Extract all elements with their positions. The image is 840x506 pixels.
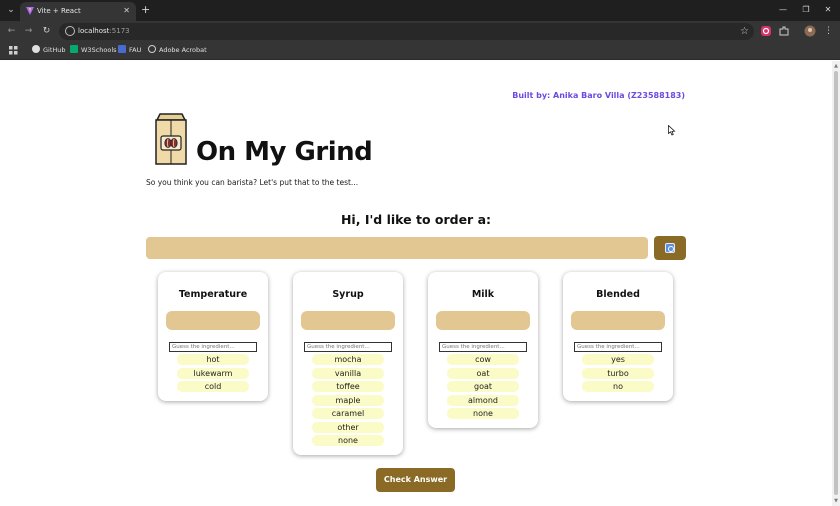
option-chip[interactable]: none bbox=[312, 435, 384, 446]
card-temperature: Temperature hot lukewarm cold bbox=[158, 272, 268, 401]
url-text: localhost:5173 bbox=[78, 27, 130, 35]
guess-input[interactable] bbox=[574, 342, 662, 352]
bookmarks-bar: GitHub W3Schools FAU Adobe Acrobat bbox=[0, 42, 840, 60]
option-chip[interactable]: yes bbox=[582, 354, 654, 365]
card-title: Blended bbox=[596, 289, 640, 300]
site-info-icon[interactable] bbox=[65, 26, 75, 36]
reload-icon[interactable]: ↻ bbox=[40, 25, 53, 38]
coffee-bag-logo-icon bbox=[155, 113, 187, 165]
order-heading: Hi, I'd like to order a: bbox=[340, 212, 492, 227]
page-scrollbar[interactable]: ▲ ▼ bbox=[832, 61, 840, 506]
guess-input[interactable] bbox=[169, 342, 257, 352]
answer-slot[interactable] bbox=[166, 311, 260, 330]
bookmark-github[interactable]: GitHub bbox=[32, 45, 66, 56]
card-title: Temperature bbox=[178, 289, 248, 300]
github-icon bbox=[32, 45, 40, 53]
minimize-button[interactable]: — bbox=[776, 3, 790, 17]
scroll-up-arrow-icon[interactable]: ▲ bbox=[833, 63, 839, 69]
browser-toolbar: ← → ↻ localhost:5173 ☆ ⋮ bbox=[0, 21, 840, 42]
restore-button[interactable]: ❐ bbox=[799, 3, 813, 17]
card-title: Syrup bbox=[332, 289, 364, 300]
fau-icon bbox=[118, 45, 126, 53]
globe-icon bbox=[148, 45, 156, 53]
tab-search-icon[interactable]: ⌄ bbox=[5, 4, 17, 16]
option-chip[interactable]: cold bbox=[177, 381, 249, 392]
guess-input[interactable] bbox=[439, 342, 527, 352]
answer-slot[interactable] bbox=[301, 311, 395, 330]
option-chip[interactable]: hot bbox=[177, 354, 249, 365]
option-chip[interactable]: maple bbox=[312, 395, 384, 406]
close-window-button[interactable]: ✕ bbox=[821, 3, 835, 17]
page-content: Built by: Anika Baro Villa (Z23588183) O… bbox=[0, 61, 832, 506]
forward-arrow-icon[interactable]: → bbox=[22, 25, 35, 38]
option-chip[interactable]: other bbox=[312, 422, 384, 433]
shuffle-order-button[interactable] bbox=[654, 236, 686, 260]
option-chip[interactable]: toffee bbox=[312, 381, 384, 392]
card-blended: Blended yes turbo no bbox=[563, 272, 673, 401]
card-syrup: Syrup mocha vanilla toffee maple caramel… bbox=[293, 272, 403, 455]
mouse-cursor-icon bbox=[668, 125, 676, 136]
apps-grid-icon[interactable] bbox=[9, 46, 18, 55]
option-chip[interactable]: turbo bbox=[582, 368, 654, 379]
page-title: On My Grind bbox=[196, 137, 373, 167]
option-chip[interactable]: mocha bbox=[312, 354, 384, 365]
guess-input[interactable] bbox=[304, 342, 392, 352]
browser-tab[interactable]: Vite + React ✕ bbox=[20, 2, 136, 21]
card-title: Milk bbox=[471, 289, 495, 300]
check-answer-button[interactable]: Check Answer bbox=[376, 468, 455, 492]
option-chip[interactable]: lukewarm bbox=[177, 368, 249, 379]
scroll-down-arrow-icon[interactable]: ▼ bbox=[833, 498, 839, 504]
option-chip[interactable]: none bbox=[447, 408, 519, 419]
bookmark-w3schools[interactable]: W3Schools bbox=[70, 45, 117, 56]
bookmark-star-icon[interactable]: ☆ bbox=[740, 24, 749, 39]
answer-slot[interactable] bbox=[571, 311, 665, 330]
tab-title: Vite + React bbox=[37, 7, 81, 15]
new-tab-button[interactable]: + bbox=[141, 3, 150, 17]
option-chip[interactable]: goat bbox=[447, 381, 519, 392]
vite-favicon-icon bbox=[26, 7, 34, 15]
extensions-puzzle-icon[interactable] bbox=[778, 25, 790, 37]
option-chip[interactable]: vanilla bbox=[312, 368, 384, 379]
browser-menu-icon[interactable]: ⋮ bbox=[822, 25, 835, 38]
answer-slot[interactable] bbox=[436, 311, 530, 330]
scrollbar-thumb[interactable] bbox=[834, 71, 838, 495]
extension-grammarly-icon[interactable] bbox=[760, 25, 772, 37]
w3schools-icon bbox=[70, 45, 78, 53]
bookmark-fau[interactable]: FAU bbox=[118, 45, 141, 56]
option-chip[interactable]: oat bbox=[447, 368, 519, 379]
author-byline: Built by: Anika Baro Villa (Z23588183) bbox=[512, 91, 685, 100]
option-chip[interactable]: almond bbox=[447, 395, 519, 406]
browser-tabstrip: ⌄ Vite + React ✕ + — ❐ ✕ bbox=[0, 0, 840, 21]
back-arrow-icon[interactable]: ← bbox=[5, 25, 18, 38]
order-display-bar bbox=[146, 237, 648, 259]
profile-avatar-icon[interactable] bbox=[804, 25, 816, 37]
address-bar[interactable]: localhost:5173 ☆ bbox=[59, 23, 754, 40]
bookmark-adobe-acrobat[interactable]: Adobe Acrobat bbox=[148, 45, 207, 56]
shuffle-icon bbox=[665, 243, 675, 253]
card-milk: Milk cow oat goat almond none bbox=[428, 272, 538, 428]
option-chip[interactable]: caramel bbox=[312, 408, 384, 419]
page-subtitle: So you think you can barista? Let's put … bbox=[146, 178, 359, 187]
tab-close-icon[interactable]: ✕ bbox=[123, 5, 130, 17]
option-chip[interactable]: no bbox=[582, 381, 654, 392]
option-chip[interactable]: cow bbox=[447, 354, 519, 365]
